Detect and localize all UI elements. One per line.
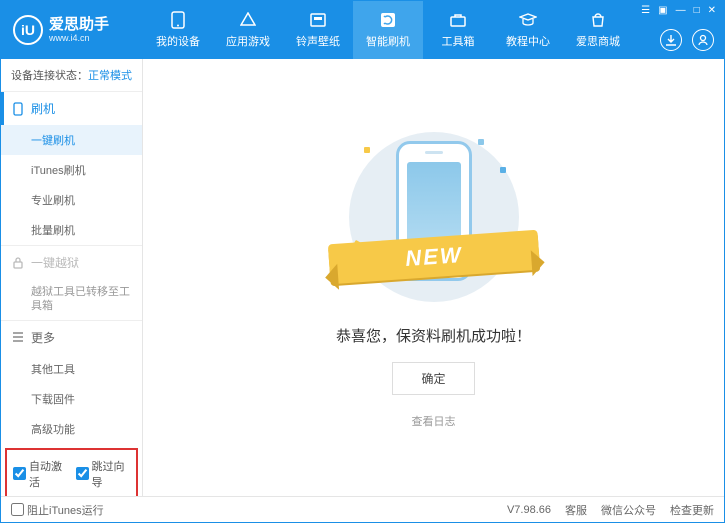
nav-tutorials[interactable]: 教程中心: [493, 1, 563, 59]
nav-my-device[interactable]: 我的设备: [143, 1, 213, 59]
menu-icon[interactable]: ☰: [641, 5, 650, 16]
wallpaper-icon: [309, 11, 327, 29]
nav-store[interactable]: 爱思商城: [563, 1, 633, 59]
success-illustration: NEW: [344, 127, 524, 307]
toolbox-icon: [449, 11, 467, 29]
options-row: 自动激活 跳过向导: [5, 448, 138, 496]
nav-label: 铃声壁纸: [296, 33, 340, 49]
nav-label: 爱思商城: [576, 33, 620, 49]
phone-icon: [169, 11, 187, 29]
link-service[interactable]: 客服: [565, 502, 587, 518]
sidebar-more-header[interactable]: 更多: [1, 321, 142, 354]
view-log-link[interactable]: 查看日志: [412, 413, 456, 429]
user-icon[interactable]: [692, 29, 714, 51]
header-actions: [660, 29, 714, 51]
sidebar: 设备连接状态：正常模式 刷机 一键刷机 iTunes刷机 专业刷机 批量刷机 一…: [1, 59, 143, 496]
main-content: NEW 恭喜您，保资料刷机成功啦！ 确定 查看日志: [143, 59, 724, 496]
status-value: 正常模式: [88, 70, 132, 82]
sidebar-item-oneclick[interactable]: 一键刷机: [1, 125, 142, 155]
success-message: 恭喜您，保资料刷机成功啦！: [336, 325, 531, 346]
logo: iU 爱思助手 www.i4.cn: [1, 15, 143, 45]
download-icon[interactable]: [660, 29, 682, 51]
sidebar-head-label: 更多: [31, 329, 55, 346]
sidebar-flash-header[interactable]: 刷机: [1, 92, 142, 125]
app-title: 爱思助手: [49, 17, 109, 34]
sidebar-item-firmware[interactable]: 下载固件: [1, 384, 142, 414]
phone-small-icon: [11, 102, 25, 116]
store-icon: [589, 11, 607, 29]
sidebar-head-label: 一键越狱: [31, 254, 79, 271]
checkbox-skip-guide[interactable]: 跳过向导: [76, 458, 131, 490]
window-controls: ☰ ▣ — □ ✕: [633, 1, 724, 20]
nav-flash[interactable]: 智能刷机: [353, 1, 423, 59]
link-update[interactable]: 检查更新: [670, 502, 714, 518]
list-icon: [11, 330, 25, 344]
sidebar-item-pro[interactable]: 专业刷机: [1, 185, 142, 215]
nav-label: 我的设备: [156, 33, 200, 49]
lock-icon: [11, 256, 25, 270]
ok-button[interactable]: 确定: [392, 362, 474, 395]
app-window: iU 爱思助手 www.i4.cn 我的设备 应用游戏 铃声壁纸 智能刷机: [0, 0, 725, 523]
nav-label: 智能刷机: [366, 33, 410, 49]
jailbreak-note: 越狱工具已转移至工具箱: [1, 279, 142, 320]
nav-label: 应用游戏: [226, 33, 270, 49]
sidebar-item-itunes[interactable]: iTunes刷机: [1, 155, 142, 185]
apps-icon: [239, 11, 257, 29]
footer: 阻止iTunes运行 V7.98.66 客服 微信公众号 检查更新: [1, 496, 724, 522]
nav-label: 工具箱: [442, 33, 475, 49]
tutorial-icon: [519, 11, 537, 29]
sidebar-head-label: 刷机: [31, 100, 55, 117]
nav-apps[interactable]: 应用游戏: [213, 1, 283, 59]
checkbox-auto-activate[interactable]: 自动激活: [13, 458, 68, 490]
minimize-icon[interactable]: —: [676, 5, 686, 16]
body: 设备连接状态：正常模式 刷机 一键刷机 iTunes刷机 专业刷机 批量刷机 一…: [1, 59, 724, 496]
nav-toolbox[interactable]: 工具箱: [423, 1, 493, 59]
sidebar-item-other[interactable]: 其他工具: [1, 354, 142, 384]
sidebar-jailbreak-header[interactable]: 一键越狱: [1, 246, 142, 279]
logo-icon: iU: [13, 15, 43, 45]
checkbox-block-itunes[interactable]: 阻止iTunes运行: [11, 502, 104, 518]
app-url: www.i4.cn: [49, 33, 109, 43]
flash-icon: [379, 11, 397, 29]
nav-label: 教程中心: [506, 33, 550, 49]
version-label: V7.98.66: [507, 504, 551, 516]
header: iU 爱思助手 www.i4.cn 我的设备 应用游戏 铃声壁纸 智能刷机: [1, 1, 724, 59]
close-icon[interactable]: ✕: [708, 5, 716, 16]
maximize-icon[interactable]: □: [694, 5, 700, 16]
link-wechat[interactable]: 微信公众号: [601, 502, 656, 518]
nav-ringtones[interactable]: 铃声壁纸: [283, 1, 353, 59]
device-status: 设备连接状态：正常模式: [1, 59, 142, 91]
sidebar-item-advanced[interactable]: 高级功能: [1, 414, 142, 444]
skin-icon[interactable]: ▣: [658, 5, 667, 16]
sidebar-item-batch[interactable]: 批量刷机: [1, 215, 142, 245]
